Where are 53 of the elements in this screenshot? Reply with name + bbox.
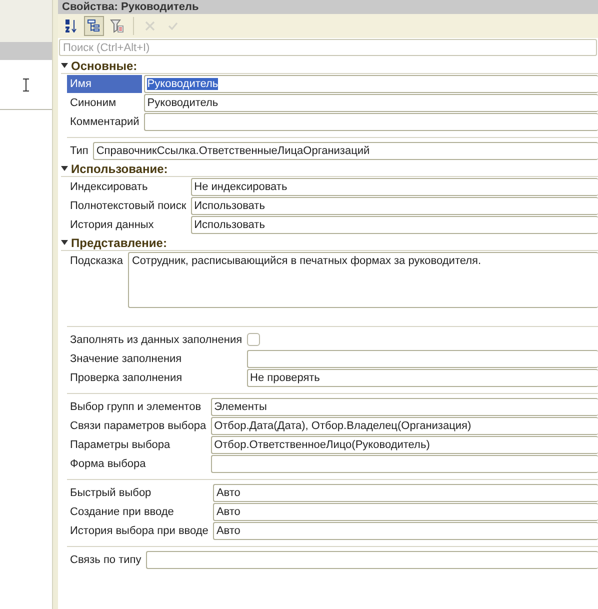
property-label[interactable]: Синоним [67, 94, 142, 112]
input-field[interactable]: Использовать [191, 216, 598, 234]
expanded-triangle-icon[interactable] [61, 63, 68, 68]
input-field[interactable]: СправочникСсылка.ОтветственныеЛицаОрганизаций [93, 142, 598, 160]
property-label[interactable]: Выбор групп и элементов [67, 398, 210, 416]
property-label[interactable]: Связи параметров выбора [67, 417, 210, 435]
section-title: Использование: [71, 160, 168, 178]
property-label[interactable]: Значение заполнения [67, 350, 246, 368]
search-field[interactable]: Поиск (Ctrl+Alt+I) [59, 39, 597, 56]
property-label[interactable]: Быстрый выбор [67, 484, 212, 502]
expanded-triangle-icon[interactable] [61, 240, 68, 245]
property-label[interactable]: Связь по типу [67, 551, 144, 569]
property-label[interactable]: Комментарий [67, 113, 142, 131]
expanded-triangle-icon[interactable] [61, 166, 68, 171]
checkbox[interactable] [247, 333, 260, 346]
text-area[interactable]: Сотрудник, расписывающийся в печатных формах за руководителя. [128, 252, 598, 308]
property-label[interactable]: Полнотекстовый поиск [67, 197, 190, 215]
column-header [0, 42, 52, 60]
property-label[interactable]: Имя [67, 75, 142, 93]
input-field[interactable]: Использовать [191, 197, 598, 215]
input-field[interactable]: Не индексировать [191, 178, 598, 196]
input-field[interactable]: Руководитель [144, 94, 598, 112]
text-cursor-icon [22, 78, 30, 92]
property-label[interactable]: Параметры выбора [67, 436, 210, 454]
property-label[interactable]: Заполнять из данных заполнения [67, 331, 246, 349]
input-field[interactable]: Элементы [211, 398, 598, 416]
property-label[interactable]: Форма выбора [67, 455, 210, 473]
section-title: Представление: [71, 234, 167, 252]
input-field[interactable] [146, 551, 598, 569]
property-label[interactable]: Индексировать [67, 178, 190, 196]
input-field[interactable] [211, 455, 598, 473]
input-field[interactable]: Авто [213, 484, 598, 502]
input-field[interactable]: Авто [213, 503, 598, 521]
input-field[interactable]: Отбор.Дата(Дата), Отбор.Владелец(Организация) [211, 417, 598, 435]
panel-header-background [0, 0, 52, 42]
section-header[interactable]: Использование: [61, 161, 598, 177]
property-label[interactable]: Проверка заполнения [67, 369, 246, 387]
property-label[interactable]: История данных [67, 216, 190, 234]
property-label[interactable]: Тип [67, 142, 92, 160]
panel-title: Свойства: Руководитель [58, 0, 598, 14]
input-field[interactable]: Авто [213, 522, 598, 540]
property-label[interactable]: История выбора при вводе [67, 522, 212, 540]
tree-list-icon[interactable] [84, 16, 104, 36]
property-label[interactable]: Создание при вводе [67, 503, 212, 521]
input-field[interactable] [144, 113, 598, 131]
section-title: Основные: [71, 58, 138, 74]
input-field[interactable] [247, 350, 598, 368]
input-field[interactable]: Руководитель [144, 75, 598, 93]
input-field[interactable]: Не проверять [247, 369, 598, 387]
input-field[interactable]: Отбор.ОтветственноеЛицо(Руководитель) [211, 436, 598, 454]
section-header[interactable]: Представление: [61, 235, 598, 251]
section-header[interactable]: Основные: [61, 58, 598, 74]
property-label[interactable]: Подсказка [67, 252, 126, 308]
